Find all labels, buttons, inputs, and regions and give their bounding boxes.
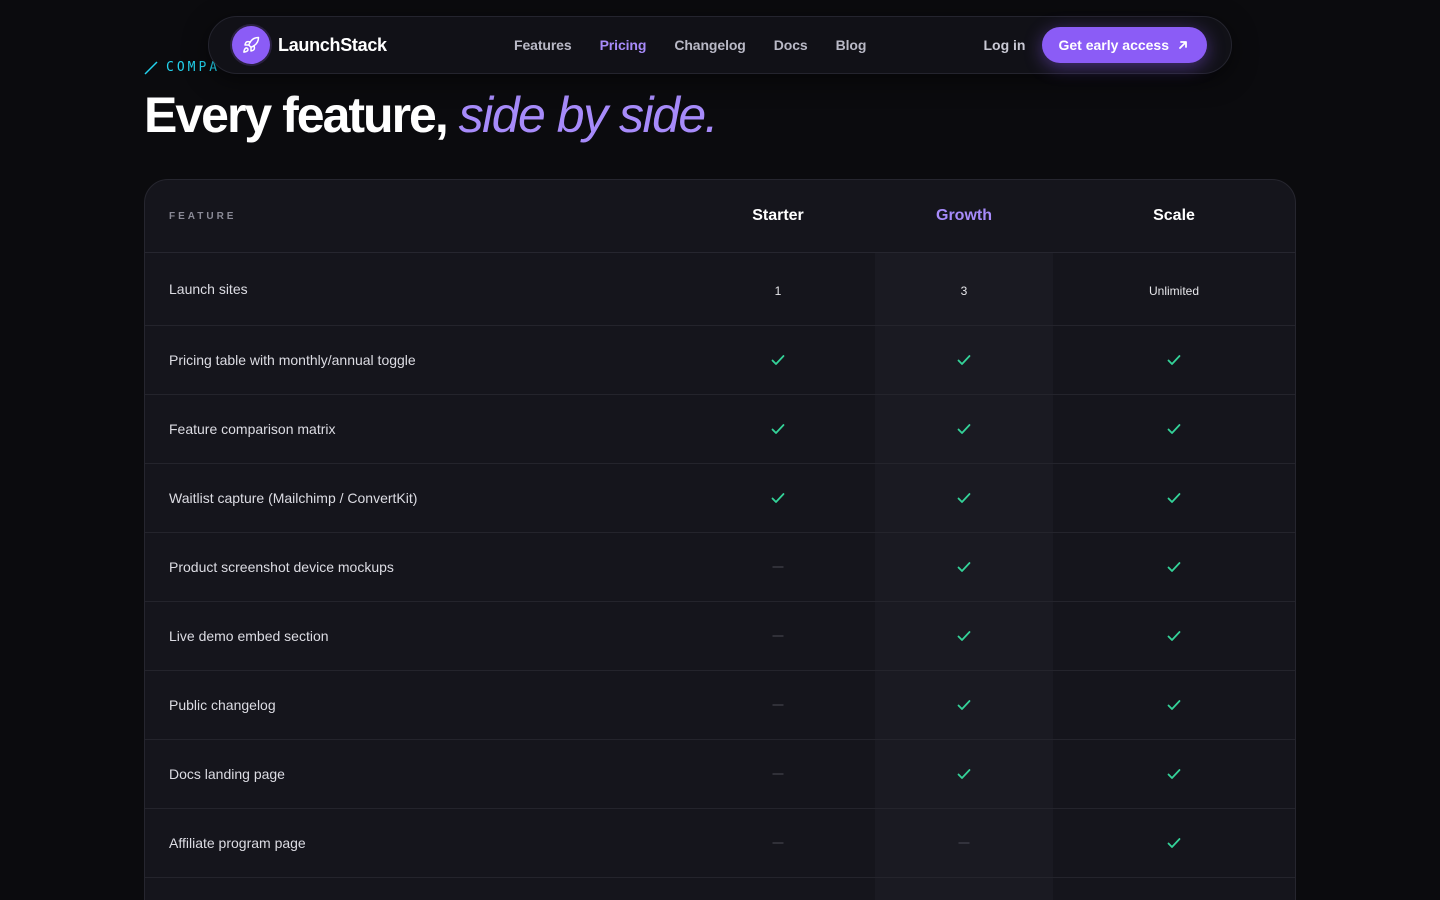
dash-icon bbox=[772, 842, 784, 844]
feature-label: Feature comparison matrix bbox=[169, 421, 336, 437]
feature-comparison-table: FEATURE Starter Growth Scale Launch site… bbox=[144, 179, 1296, 900]
check-icon bbox=[1167, 837, 1181, 849]
not-included-dash-icon bbox=[958, 842, 970, 844]
nav-actions: Log in Get early access bbox=[983, 27, 1207, 63]
nav-link-features[interactable]: Features bbox=[514, 37, 572, 53]
check-icon bbox=[957, 354, 971, 366]
plan-value-scale: Unlimited bbox=[1148, 284, 1200, 298]
get-early-access-button[interactable]: Get early access bbox=[1042, 27, 1207, 63]
check-icon bbox=[1167, 354, 1181, 366]
plan-header-scale: Scale bbox=[1153, 207, 1195, 224]
table-row: Affiliate program page bbox=[145, 809, 1295, 878]
feature-column-header: FEATURE bbox=[169, 211, 237, 222]
dash-icon bbox=[772, 773, 784, 775]
table-body: Launch sites 1 3 Unlimited Pricing table wit… bbox=[145, 253, 1295, 878]
rocket-icon bbox=[232, 26, 270, 64]
table-row: Feature comparison matrix bbox=[145, 395, 1295, 464]
nav-links: Features Pricing Changelog Docs Blog bbox=[514, 37, 894, 53]
not-included-dash-icon bbox=[772, 704, 784, 706]
nav-link-pricing[interactable]: Pricing bbox=[600, 37, 647, 53]
not-included-dash-icon bbox=[772, 842, 784, 844]
check-icon bbox=[1167, 561, 1181, 573]
not-included-dash-icon bbox=[772, 566, 784, 568]
nav-link-blog[interactable]: Blog bbox=[836, 37, 867, 53]
check-icon bbox=[1167, 423, 1181, 435]
feature-label: Product screenshot device mockups bbox=[169, 559, 394, 575]
pricing-comparison-page: LaunchStack Features Pricing Changelog D… bbox=[0, 0, 1440, 900]
top-navbar: LaunchStack Features Pricing Changelog D… bbox=[208, 16, 1232, 74]
check-icon bbox=[957, 630, 971, 642]
check-icon bbox=[957, 768, 971, 780]
check-icon bbox=[771, 423, 785, 435]
page-title: Every feature, side by side. bbox=[144, 86, 719, 144]
slash-icon bbox=[144, 60, 158, 75]
section-eyebrow: COMPA bbox=[144, 60, 220, 75]
check-icon bbox=[957, 492, 971, 504]
not-included-dash-icon bbox=[772, 635, 784, 637]
feature-label: Pricing table with monthly/annual toggle bbox=[169, 352, 416, 368]
page-title-main: Every feature, bbox=[144, 87, 459, 143]
table-header: FEATURE Starter Growth Scale bbox=[145, 180, 1295, 253]
feature-label: Launch sites bbox=[169, 281, 248, 297]
brand-name: LaunchStack bbox=[278, 34, 387, 55]
table-row: Waitlist capture (Mailchimp / ConvertKit… bbox=[145, 464, 1295, 533]
plan-value-growth: 3 bbox=[960, 284, 968, 298]
feature-label: Live demo embed section bbox=[169, 628, 329, 644]
table-row: Launch sites 1 3 Unlimited bbox=[145, 253, 1295, 326]
table-row: Docs landing page bbox=[145, 740, 1295, 809]
login-link[interactable]: Log in bbox=[983, 37, 1025, 53]
dash-icon bbox=[772, 704, 784, 706]
feature-label: Waitlist capture (Mailchimp / ConvertKit… bbox=[169, 490, 418, 506]
brand-logo[interactable]: LaunchStack bbox=[232, 26, 387, 64]
table-row: Product screenshot device mockups bbox=[145, 533, 1295, 602]
plan-value-starter: 1 bbox=[774, 284, 782, 298]
not-included-dash-icon bbox=[772, 773, 784, 775]
plan-header-growth: Growth bbox=[936, 207, 992, 224]
dash-icon bbox=[772, 566, 784, 568]
check-icon bbox=[771, 354, 785, 366]
cta-label: Get early access bbox=[1058, 37, 1169, 53]
feature-label: Affiliate program page bbox=[169, 835, 306, 851]
nav-link-changelog[interactable]: Changelog bbox=[674, 37, 746, 53]
check-icon bbox=[957, 561, 971, 573]
table-row: Public changelog bbox=[145, 671, 1295, 740]
eyebrow-label: COMPA bbox=[166, 60, 221, 75]
check-icon bbox=[1167, 768, 1181, 780]
dash-icon bbox=[958, 842, 970, 844]
feature-label: Docs landing page bbox=[169, 766, 285, 782]
check-icon bbox=[771, 492, 785, 504]
feature-label: Public changelog bbox=[169, 697, 276, 713]
nav-link-docs[interactable]: Docs bbox=[774, 37, 808, 53]
table-row: Pricing table with monthly/annual toggle bbox=[145, 326, 1295, 395]
check-icon bbox=[1167, 699, 1181, 711]
check-icon bbox=[1167, 492, 1181, 504]
check-icon bbox=[1167, 630, 1181, 642]
table-row: Live demo embed section bbox=[145, 602, 1295, 671]
check-icon bbox=[957, 699, 971, 711]
check-icon bbox=[957, 423, 971, 435]
page-title-accent: side by side. bbox=[458, 87, 719, 143]
plan-header-starter: Starter bbox=[752, 207, 804, 224]
dash-icon bbox=[772, 635, 784, 637]
arrow-up-right-icon bbox=[1179, 41, 1187, 49]
